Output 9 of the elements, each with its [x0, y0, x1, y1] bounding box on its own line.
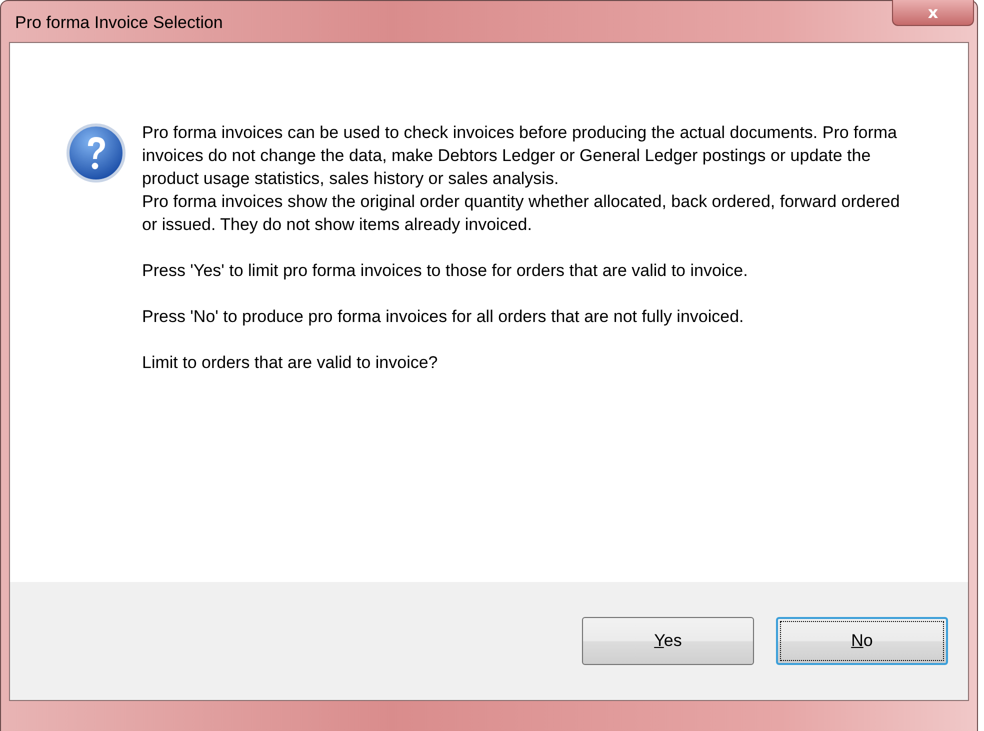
window-title: Pro forma Invoice Selection	[15, 13, 223, 33]
message-text: Pro forma invoices can be used to check invoices before producing the actual documents. Pro forma invoices do not change the data, make Debtors Ledger or General Ledger postings or update the product usage statistics, sales history or sales analysis.	[142, 122, 898, 190]
yes-button[interactable]: Yes	[582, 617, 754, 665]
message-text: Press 'No' to produce pro forma invoices for all orders that are not fully invoiced.	[142, 306, 745, 328]
message-text: Limit to orders that are valid to invoice?	[142, 352, 439, 374]
question-icon	[66, 123, 126, 183]
message-text: Press 'Yes' to limit pro forma invoices to those for orders that are valid to invoice.	[142, 260, 749, 282]
message-text: Pro forma invoices show the original order quantity whether allocated, back ordered, forward ordered or issued. They do not show items already invoiced.	[142, 191, 901, 236]
no-button[interactable]: No	[776, 617, 948, 665]
